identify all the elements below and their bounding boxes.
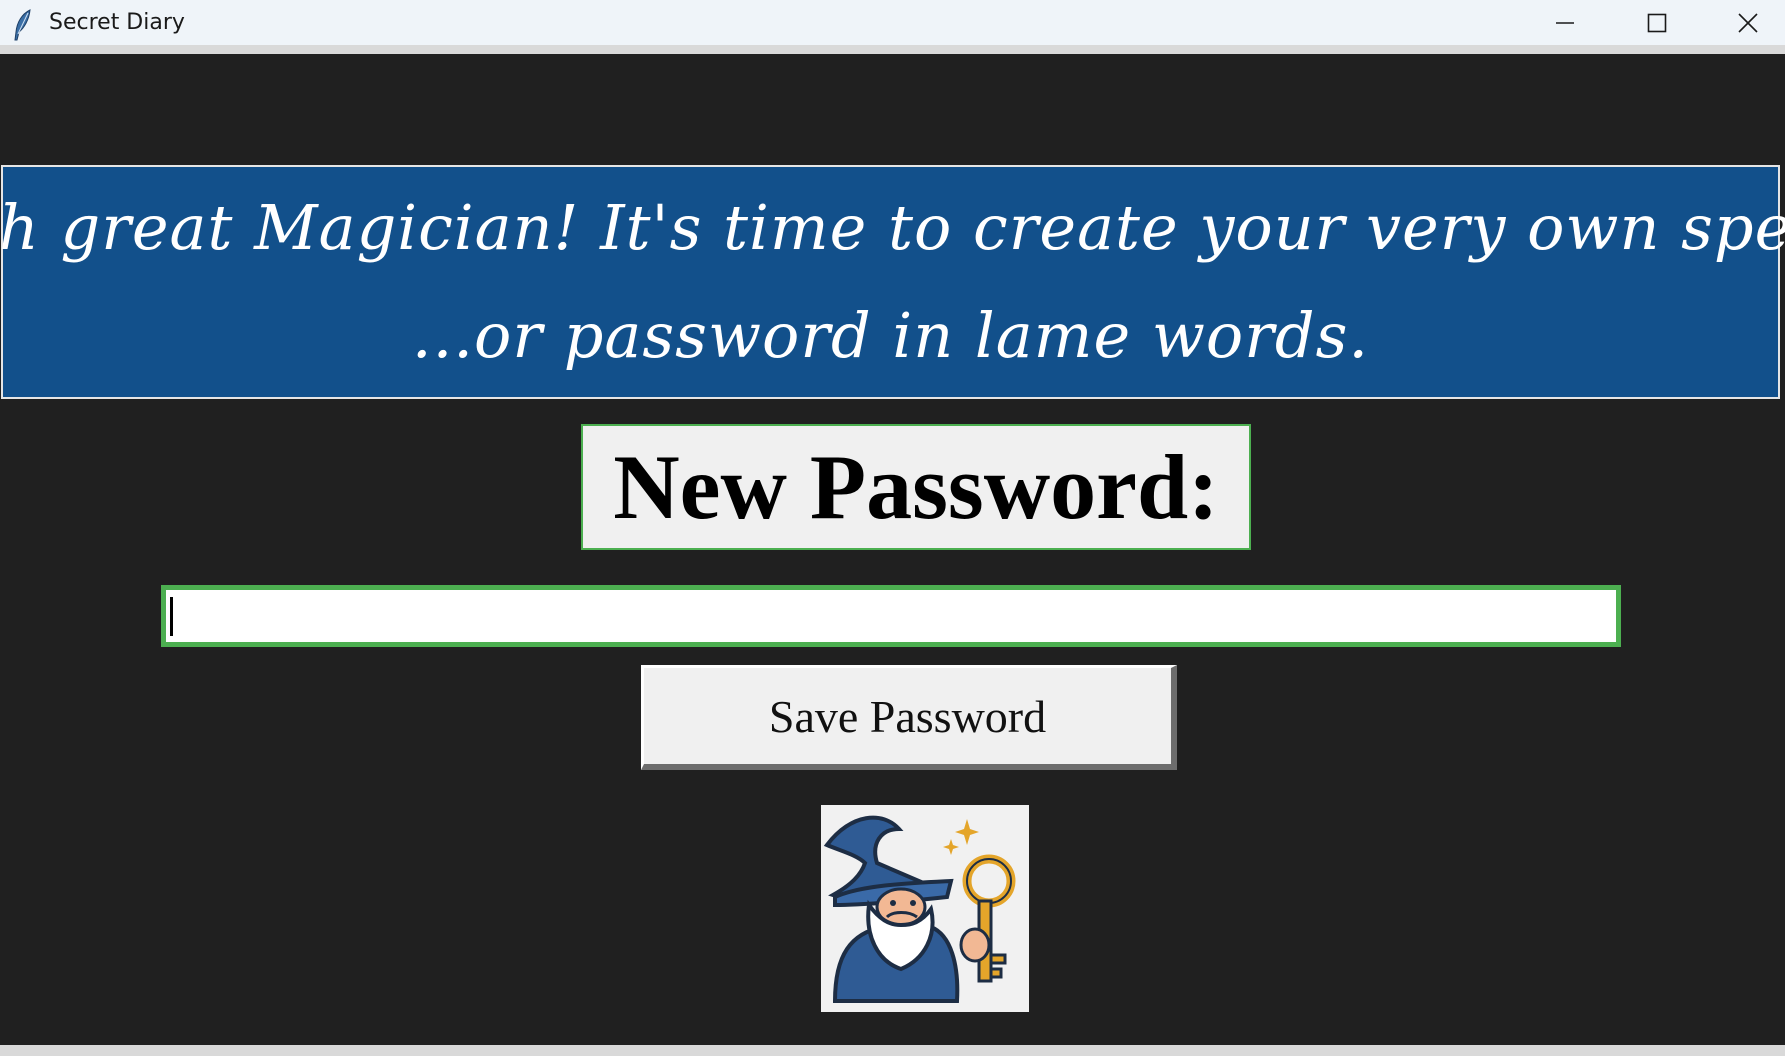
bottom-border — [0, 1045, 1785, 1056]
new-password-label-box: New Password: — [581, 424, 1251, 550]
maximize-icon — [1647, 13, 1667, 33]
banner-line-1: Oh great Magician! It's time to create y… — [0, 191, 1785, 264]
new-password-input[interactable] — [161, 585, 1621, 647]
window-title: Secret Diary — [49, 10, 185, 35]
close-button[interactable] — [1703, 0, 1785, 45]
close-icon — [1737, 12, 1759, 34]
banner-line-2: ...or password in lame words. — [411, 299, 1370, 372]
maximize-button[interactable] — [1612, 0, 1702, 45]
text-caret — [170, 597, 173, 636]
title-bar: Secret Diary — [0, 0, 1785, 54]
new-password-label: New Password: — [613, 436, 1219, 538]
minimize-button[interactable] — [1520, 0, 1610, 45]
feather-icon — [12, 8, 34, 42]
welcome-banner: Oh great Magician! It's time to create y… — [0, 165, 1785, 399]
minimize-icon — [1555, 13, 1575, 33]
wizard-with-key-icon — [821, 805, 1029, 1012]
save-password-button[interactable]: Save Password — [641, 665, 1177, 770]
